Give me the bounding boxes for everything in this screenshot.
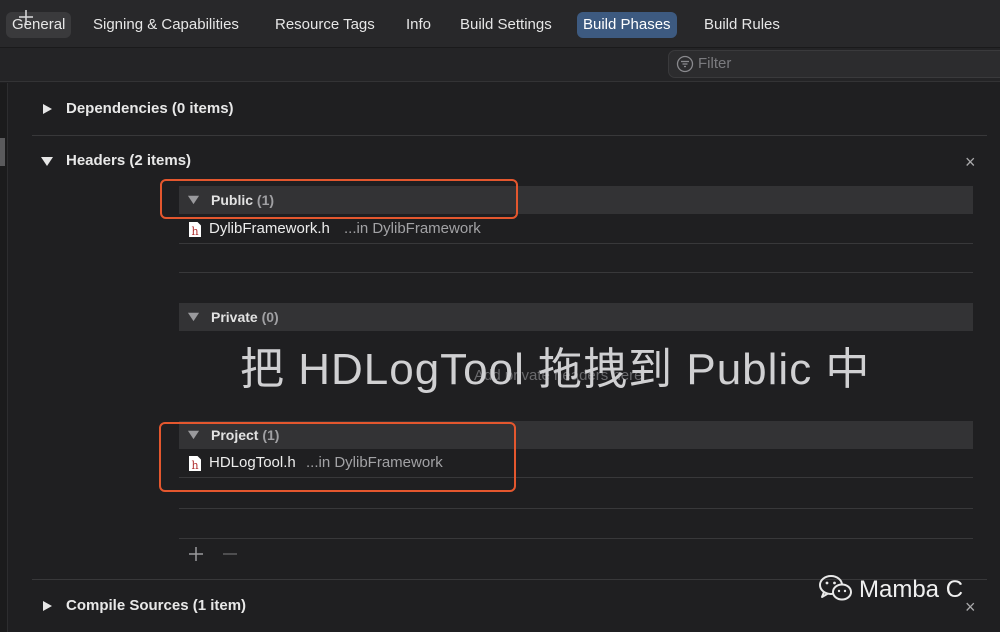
delete-phase-close-icon[interactable]: × — [965, 153, 976, 171]
wechat-icon — [819, 575, 852, 601]
disclosure-collapsed-icon[interactable] — [40, 599, 54, 613]
row-divider — [179, 272, 973, 273]
group-expanded-icon[interactable] — [187, 310, 200, 323]
plus-icon — [19, 10, 33, 24]
watermark-text: Mamba C — [859, 576, 964, 603]
editor-tab-bar: General Signing & Capabilities Resource … — [0, 0, 1000, 48]
row-divider — [179, 508, 973, 509]
delete-phase-close-icon[interactable]: × — [965, 598, 976, 616]
tab-build-phases[interactable]: Build Phases — [577, 12, 677, 38]
instruction-caption: 把 HDLogTool 拖拽到 Public 中 — [240, 345, 871, 394]
add-build-phase-button[interactable] — [16, 4, 36, 30]
public-highlight-box — [160, 179, 518, 219]
tab-info[interactable]: Info — [400, 12, 437, 38]
tab-signing-capabilities[interactable]: Signing & Capabilities — [87, 12, 245, 38]
plus-icon — [189, 547, 203, 561]
filter-icon — [676, 55, 694, 73]
public-header-file-name[interactable]: DylibFramework.h — [209, 220, 330, 238]
disclosure-expanded-icon[interactable] — [40, 154, 54, 168]
headers-private-label: Private (0) — [211, 309, 279, 325]
svg-text:h: h — [191, 225, 198, 238]
section-dependencies-title[interactable]: Dependencies (0 items) — [66, 99, 234, 119]
gutter-scroll-marker — [0, 138, 5, 166]
tab-build-settings[interactable]: Build Settings — [454, 12, 558, 38]
row-divider — [179, 538, 973, 539]
tab-build-rules[interactable]: Build Rules — [698, 12, 786, 38]
section-divider — [32, 135, 987, 136]
headers-private-group-bar[interactable] — [179, 303, 973, 331]
section-headers-title[interactable]: Headers (2 items) — [66, 151, 191, 171]
filter-placeholder: Filter — [698, 55, 732, 72]
row-divider — [179, 243, 973, 244]
project-highlight-box — [159, 422, 516, 492]
header-file-icon: h — [189, 222, 201, 238]
public-header-file-location: ...in DylibFramework — [344, 220, 481, 237]
minus-icon — [223, 553, 237, 555]
disclosure-collapsed-icon[interactable] — [40, 102, 54, 116]
tab-resource-tags[interactable]: Resource Tags — [269, 12, 381, 38]
section-compile-sources-title[interactable]: Compile Sources (1 item) — [66, 596, 246, 616]
remove-header-button[interactable] — [222, 544, 238, 566]
add-header-button[interactable] — [188, 544, 204, 566]
